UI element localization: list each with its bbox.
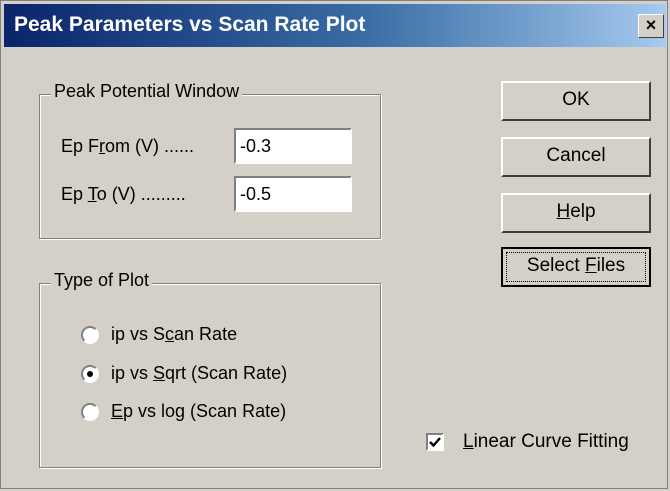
dialog-window: Peak Parameters vs Scan Rate Plot × Peak… [0, 0, 668, 489]
cancel-button[interactable]: Cancel [501, 137, 651, 177]
linear-curve-fitting-checkbox[interactable] [426, 433, 444, 451]
type-of-plot-label: Type of Plot [51, 270, 153, 291]
peak-potential-window-label: Peak Potential Window [51, 81, 243, 102]
radio-selected-dot [87, 371, 93, 377]
help-button[interactable]: Help [501, 193, 651, 233]
radio-button[interactable] [81, 326, 99, 344]
close-button[interactable]: × [638, 14, 664, 38]
ok-button[interactable]: OK [501, 81, 651, 121]
window-title: Peak Parameters vs Scan Rate Plot [14, 13, 366, 36]
checkmark-icon [429, 437, 441, 448]
ep-to-input[interactable] [234, 176, 352, 212]
title-bar[interactable]: Peak Parameters vs Scan Rate Plot × [4, 4, 666, 47]
ep-from-label: Ep From (V) ...... [61, 136, 195, 156]
select-files-button[interactable]: Select Files [501, 247, 651, 287]
ep-to-label: Ep To (V) ......... [61, 184, 186, 204]
radio-button-selected[interactable] [81, 365, 99, 383]
radio-button[interactable] [81, 403, 99, 421]
ep-from-input[interactable] [234, 128, 352, 164]
close-icon: × [645, 15, 657, 35]
peak-potential-window-group [39, 94, 381, 239]
linear-curve-fitting-label[interactable]: Linear Curve Fitting [463, 431, 629, 453]
